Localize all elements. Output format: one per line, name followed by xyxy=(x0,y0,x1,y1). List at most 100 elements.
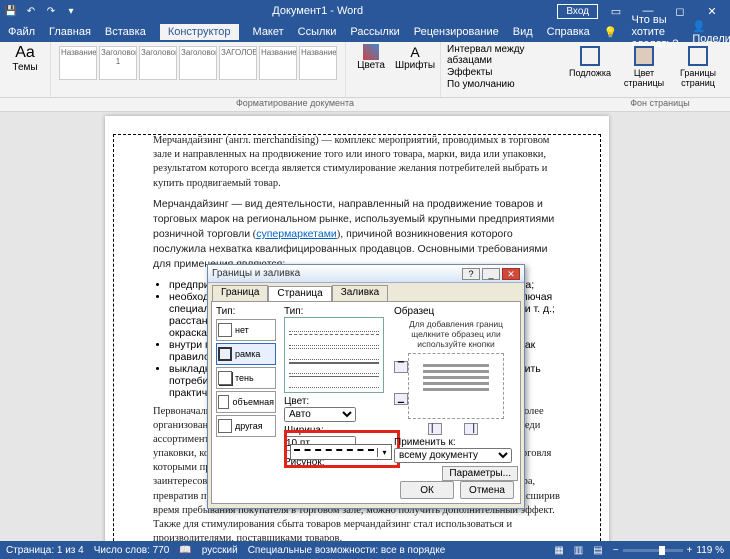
tab-view[interactable]: Вид xyxy=(513,26,533,38)
status-word-count[interactable]: Число слов: 770 xyxy=(94,545,170,556)
setting-box[interactable]: рамка xyxy=(216,343,276,365)
page-color-button[interactable]: Цвет страницы xyxy=(620,46,668,93)
style-thumb[interactable]: Заголовок xyxy=(179,46,217,80)
caption-background: Фон страницы xyxy=(590,98,730,111)
apply-to-field: Применить к: всему документу xyxy=(394,437,518,463)
3d-icon xyxy=(218,395,229,409)
options-button[interactable]: Параметры... xyxy=(442,466,518,481)
tab-border[interactable]: Граница xyxy=(212,285,268,301)
style-thumb[interactable]: Заголовок xyxy=(139,46,177,80)
dialog-body: Тип: нет рамка тень объемная другая Тип:… xyxy=(211,301,521,504)
setting-3d[interactable]: объемная xyxy=(216,391,276,413)
share-button[interactable]: 👤 Поделиться xyxy=(692,20,730,45)
ribbon-options-icon[interactable]: ▭ xyxy=(602,2,630,20)
paragraph: Мерчандайзинг — вид деятельности, направ… xyxy=(153,197,561,273)
hyperlink[interactable]: супермаркетами xyxy=(256,228,337,240)
save-icon[interactable]: 💾 xyxy=(4,4,18,18)
qat-dropdown-icon[interactable]: ▾ xyxy=(64,4,78,18)
apply-to-select[interactable]: всему документу xyxy=(394,448,512,463)
page-color-label: Цвет страницы xyxy=(620,68,668,88)
themes-button[interactable]: Aa Темы xyxy=(6,44,44,73)
view-read-icon[interactable]: ▦ xyxy=(554,545,563,556)
style-thumb[interactable]: Название xyxy=(59,46,97,80)
dialog-buttons: ОК Отмена xyxy=(400,481,514,499)
edge-right-button[interactable]: ▕ xyxy=(464,423,478,435)
edge-left-button[interactable]: ▏ xyxy=(428,423,442,435)
view-web-icon[interactable]: ▤ xyxy=(593,545,602,556)
zoom-thumb[interactable] xyxy=(659,546,665,555)
tab-shading[interactable]: Заливка xyxy=(332,285,389,301)
tab-design[interactable]: Конструктор xyxy=(160,24,239,40)
tab-home[interactable]: Главная xyxy=(49,26,91,38)
style-thumb[interactable]: ЗАГОЛОВОК xyxy=(219,46,257,80)
caption-formatting: Форматирование документа xyxy=(0,98,590,111)
colors-button[interactable]: Цвета xyxy=(352,44,390,71)
effects-button[interactable]: Эффекты xyxy=(447,67,552,78)
page-borders-button[interactable]: Границы страниц xyxy=(674,46,722,93)
dialog-minimize-icon[interactable]: _ xyxy=(482,268,500,280)
art-dropdown[interactable]: ▾ xyxy=(290,444,392,460)
zoom-out-icon[interactable]: − xyxy=(613,545,619,556)
status-language[interactable]: русский xyxy=(202,545,238,556)
tab-file[interactable]: Файл xyxy=(8,26,35,38)
watermark-button[interactable]: Подложка xyxy=(566,46,614,93)
view-print-icon[interactable]: ▥ xyxy=(574,545,583,556)
tab-references[interactable]: Ссылки xyxy=(298,26,337,38)
custom-icon xyxy=(218,419,232,433)
dialog-close-icon[interactable]: ✕ xyxy=(502,268,520,280)
fonts-label: Шрифты xyxy=(395,60,435,71)
status-accessibility[interactable]: Специальные возможности: все в порядке xyxy=(248,545,446,556)
chevron-down-icon[interactable]: ▾ xyxy=(377,448,391,457)
status-page[interactable]: Страница: 1 из 4 xyxy=(6,545,84,556)
document-area: Мерчандайзинг (англ. merchandising) — ко… xyxy=(0,112,730,541)
undo-icon[interactable]: ↶ xyxy=(24,4,38,18)
quick-access-toolbar: 💾 ↶ ↷ ▾ xyxy=(4,4,78,18)
line-style-list[interactable] xyxy=(284,317,384,393)
dialog-titlebar[interactable]: Границы и заливка ? _ ✕ xyxy=(208,265,524,283)
status-spellcheck-icon[interactable]: 📖 xyxy=(179,545,191,556)
edge-top-button[interactable]: ▔ xyxy=(394,361,408,373)
tab-page[interactable]: Страница xyxy=(268,286,331,302)
zoom-value[interactable]: 119 % xyxy=(696,545,724,556)
tell-me-icon[interactable]: 💡 xyxy=(604,26,618,39)
title-bar: 💾 ↶ ↷ ▾ Документ1 - Word Вход ▭ — ◻ ✕ xyxy=(0,0,730,22)
color-field: Цвет: Авто xyxy=(284,396,388,422)
preview-box[interactable] xyxy=(408,353,504,419)
setting-none[interactable]: нет xyxy=(216,319,276,341)
login-button[interactable]: Вход xyxy=(557,4,598,19)
colors-fonts-group: Цвета AШрифты xyxy=(346,42,441,97)
zoom-slider[interactable] xyxy=(623,549,683,552)
zoom-in-icon[interactable]: + xyxy=(687,545,693,556)
color-select[interactable]: Авто xyxy=(284,407,356,422)
tab-insert[interactable]: Вставка xyxy=(105,26,146,38)
setting-custom[interactable]: другая xyxy=(216,415,276,437)
ok-button[interactable]: ОК xyxy=(400,481,454,499)
setting-label: другая xyxy=(235,421,263,431)
fonts-button[interactable]: AШрифты xyxy=(396,44,434,71)
redo-icon[interactable]: ↷ xyxy=(44,4,58,18)
dialog-help-icon[interactable]: ? xyxy=(462,268,480,280)
ribbon-tabs: Файл Главная Вставка Конструктор Макет С… xyxy=(0,22,730,42)
set-default-button[interactable]: По умолчанию xyxy=(447,79,552,90)
preview-hint: Для добавления границ щелкните образец и… xyxy=(394,319,518,349)
tab-help[interactable]: Справка xyxy=(547,26,590,38)
style-gallery[interactable]: Название Заголовок 1 Заголовок Заголовок… xyxy=(57,44,339,82)
setting-shadow[interactable]: тень xyxy=(216,367,276,389)
style-thumb[interactable]: Название xyxy=(299,46,337,80)
cancel-button[interactable]: Отмена xyxy=(460,481,514,499)
style-thumb[interactable]: Название xyxy=(259,46,297,80)
tab-layout[interactable]: Макет xyxy=(253,26,284,38)
paragraph: Мерчандайзинг (англ. merchandising) — ко… xyxy=(153,134,561,191)
style-thumb[interactable]: Заголовок 1 xyxy=(99,46,137,80)
close-icon[interactable]: ✕ xyxy=(698,2,726,20)
apply-label: Применить к: xyxy=(394,437,518,448)
page-borders-icon xyxy=(688,46,708,66)
tab-mailings[interactable]: Рассылки xyxy=(350,26,399,38)
tab-review[interactable]: Рецензирование xyxy=(414,26,499,38)
themes-group: Aa Темы xyxy=(0,42,51,97)
zoom-control: − + 119 % xyxy=(613,545,724,556)
edge-bottom-button[interactable]: ▁ xyxy=(394,393,408,405)
fonts-icon: A xyxy=(410,44,419,60)
paragraph-spacing-button[interactable]: Интервал между абзацами xyxy=(447,44,552,66)
preview-column: Образец Для добавления границ щелкните о… xyxy=(394,306,518,481)
